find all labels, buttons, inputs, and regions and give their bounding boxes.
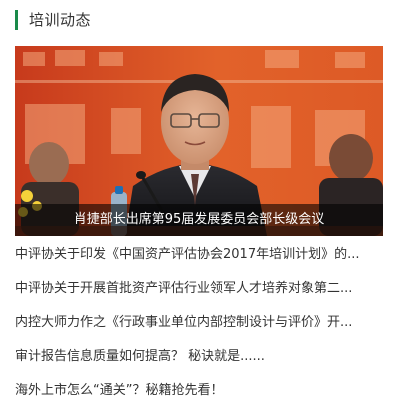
news-item[interactable]: 内控大师力作之《行政事业单位内部控制设计与评价》开... — [15, 306, 383, 340]
news-list: 中评协关于印发《中国资产评估协会2017年培训计划》的... 中评协关于开展首批… — [15, 238, 383, 408]
training-news-panel: 培训动态 肖捷部长出席第95届发展委员会部长级会议 中评协关于印发《中国资产评估… — [0, 0, 400, 400]
featured-caption-bar: 肖捷部长出席第95届发展委员会部长级会议 — [15, 204, 383, 236]
section-header: 培训动态 — [15, 9, 91, 31]
section-accent-bar — [15, 10, 18, 30]
featured-news-link[interactable]: 肖捷部长出席第95届发展委员会部长级会议 — [15, 46, 383, 236]
featured-caption: 肖捷部长出席第95届发展委员会部长级会议 — [73, 212, 325, 227]
section-title: 培训动态 — [29, 11, 92, 29]
news-item[interactable]: 审计报告信息质量如何提高？ 秘诀就是...... — [15, 340, 383, 374]
news-item[interactable]: 中评协关于开展首批资产评估行业领军人才培养对象第二... — [15, 272, 383, 306]
news-item[interactable]: 海外上市怎么“通关”？秘籍抢先看！ — [15, 374, 383, 408]
news-item[interactable]: 中评协关于印发《中国资产评估协会2017年培训计划》的... — [15, 238, 383, 272]
